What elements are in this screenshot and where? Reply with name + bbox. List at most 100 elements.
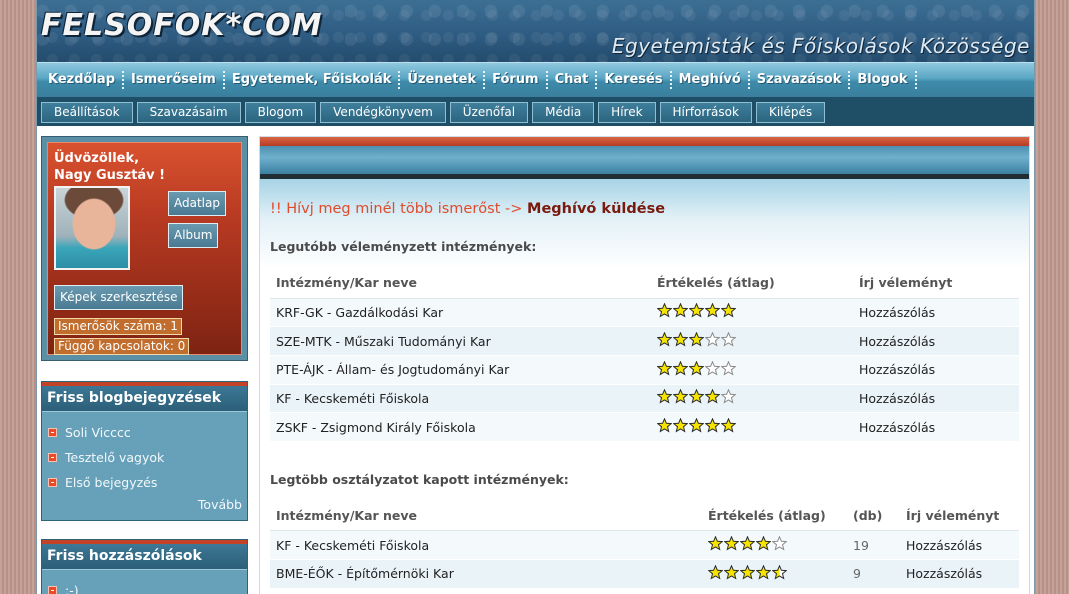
rating-cell <box>702 530 847 561</box>
avatar[interactable] <box>54 186 130 270</box>
comment-item[interactable]: :-) <box>48 578 242 594</box>
invite-text: !! Hívj meg minél több ismerőst -> <box>270 201 523 217</box>
pending-connections-badge[interactable]: Függő kapcsolatok: 0 <box>54 338 190 355</box>
institution-name[interactable]: BME-ÉŐK - Építőmérnöki Kar <box>270 559 702 589</box>
star-empty-icon <box>705 332 720 347</box>
rating-cell <box>651 384 853 414</box>
nav-item-kezdolap[interactable]: Kezdőlap <box>41 71 124 89</box>
star-filled-icon <box>721 418 736 433</box>
nav-item-meghivo[interactable]: Meghívó <box>672 71 750 89</box>
subnav-item-hirforrasok[interactable]: Hírforrások <box>659 101 752 123</box>
rating-cell <box>651 355 853 385</box>
nav-item-blogok[interactable]: Blogok <box>850 71 917 89</box>
rating-count: 9 <box>847 559 900 589</box>
star-filled-icon <box>721 303 736 318</box>
subnav-item-kilepes[interactable]: Kilépés <box>755 101 826 123</box>
subnav-item-hirek[interactable]: Hírek <box>598 101 656 123</box>
comment-label: :-) <box>65 583 79 594</box>
album-button[interactable]: Album <box>168 223 219 248</box>
table-row: ZSKF - Zsigmond Király Főiskola Hozzászól… <box>270 412 1019 442</box>
sub-nav: Beállítások Szavazásaim Blogom Vendégkönyve… <box>37 98 1034 126</box>
comment-link[interactable]: Hozzászólás <box>853 326 1019 356</box>
comment-link[interactable]: Hozzászólás <box>853 384 1019 414</box>
send-invite-link[interactable]: Meghívó küldése <box>527 201 665 217</box>
col-header-rating: Értékelés (átlag) <box>702 500 847 532</box>
recent-comments-title: Friss hozzászólások <box>42 544 247 570</box>
edit-photos-button[interactable]: Képek szerkesztése <box>54 285 184 310</box>
nav-item-chat[interactable]: Chat <box>548 71 598 89</box>
table-row: KF - Kecskeméti Főiskola Hozzászólás <box>270 384 1019 414</box>
main-panel: !! Hívj meg minél több ismerőst -> Meghí… <box>259 136 1030 594</box>
institution-name[interactable]: KF - Kecskeméti Főiskola <box>270 530 702 561</box>
nav-item-uzenetek[interactable]: Üzenetek <box>400 71 486 89</box>
col-header-review: Írj véleményt <box>900 500 1019 532</box>
most-rated-title: Legtöbb osztályzatot kapott intézmények: <box>270 471 569 487</box>
star-filled-icon <box>689 332 704 347</box>
star-rating <box>657 303 736 318</box>
blog-entry-label: Soli Vicccc <box>65 425 131 440</box>
star-filled-icon <box>740 564 755 580</box>
nav-item-ismeroseim[interactable]: Ismerőseim <box>124 71 225 89</box>
nav-item-szavazasok[interactable]: Szavazások <box>750 71 851 89</box>
nav-item-kereses[interactable]: Keresés <box>597 71 672 89</box>
star-filled-icon <box>657 332 672 347</box>
friends-count-badge[interactable]: Ismerősök száma: 1 <box>54 318 182 335</box>
subnav-item-blogom[interactable]: Blogom <box>244 101 317 123</box>
star-filled-icon <box>689 389 704 404</box>
star-half-icon <box>772 564 787 580</box>
star-filled-icon <box>657 418 672 433</box>
star-filled-icon <box>740 536 755 551</box>
site-logo[interactable]: FELSOFOK*COM <box>41 8 323 43</box>
star-rating <box>657 389 736 404</box>
comment-link[interactable]: Hozzászólás <box>853 298 1019 328</box>
star-empty-icon <box>772 536 787 551</box>
institution-name[interactable]: KF - Kecskeméti Főiskola <box>270 384 651 414</box>
subnav-item-beallitasok[interactable]: Beállítások <box>41 101 133 123</box>
comment-link[interactable]: Hozzászólás <box>900 530 1019 561</box>
blog-entry-item[interactable]: Első bejegyzés <box>48 470 242 495</box>
more-link[interactable]: Tovább <box>48 495 242 515</box>
subnav-item-media[interactable]: Média <box>532 101 595 123</box>
comment-link[interactable]: Hozzászólás <box>853 355 1019 385</box>
institution-name[interactable]: ZSKF - Zsigmond Király Főiskola <box>270 412 651 442</box>
recent-blog-box: Friss blogbejegyzések Soli Vicccc Tesztel… <box>41 381 248 521</box>
col-header-name: Intézmény/Kar neve <box>270 268 651 299</box>
star-filled-icon <box>673 303 688 318</box>
star-filled-icon <box>673 418 688 433</box>
rating-cell <box>651 326 853 356</box>
star-filled-icon <box>756 564 771 580</box>
star-filled-icon <box>689 418 704 433</box>
institution-name[interactable]: SZE-MTK - Műszaki Tudományi Kar <box>270 326 651 356</box>
user-name: Nagy Gusztáv ! <box>54 168 166 183</box>
blog-entry-label: Tesztelő vagyok <box>65 450 165 465</box>
star-filled-icon <box>705 389 720 404</box>
bullet-icon <box>48 586 57 594</box>
star-filled-icon <box>657 389 672 404</box>
blog-entry-label: Első bejegyzés <box>65 475 158 490</box>
institution-name[interactable]: PTE-ÁJK - Állam- és Jogtudományi Kar <box>270 355 651 385</box>
star-filled-icon <box>708 564 723 580</box>
star-rating <box>657 418 736 433</box>
star-filled-icon <box>705 303 720 318</box>
profile-button[interactable]: Adatlap <box>168 191 226 216</box>
nav-item-egyetemek-foiskolak[interactable]: Egyetemek, Főiskolák <box>225 71 401 89</box>
subnav-item-vendegkonyvem[interactable]: Vendégkönyvem <box>320 101 446 123</box>
institution-name[interactable]: KRF-GK - Gazdálkodási Kar <box>270 298 651 328</box>
site-slogan: Egyetemisták és Főiskolások Közössége <box>611 34 1030 58</box>
comment-link[interactable]: Hozzászólás <box>853 412 1019 442</box>
comment-link[interactable]: Hozzászólás <box>900 559 1019 589</box>
blog-entry-item[interactable]: Tesztelő vagyok <box>48 445 242 470</box>
nav-item-forum[interactable]: Fórum <box>485 71 548 89</box>
star-filled-icon <box>673 360 688 376</box>
bullet-icon <box>48 478 57 487</box>
subnav-item-uzenofal[interactable]: Üzenőfal <box>449 101 529 123</box>
star-filled-icon <box>705 418 720 433</box>
blog-entry-item[interactable]: Soli Vicccc <box>48 420 242 445</box>
main-nav: Kezdőlap Ismerőseim Egyetemek, Főiskolák Üz… <box>37 62 1034 98</box>
recent-reviews-title: Legutóbb véleményzett intézmények: <box>270 239 537 254</box>
star-rating <box>708 564 787 580</box>
star-empty-icon <box>721 332 736 347</box>
table-row: SZE-MTK - Műszaki Tudományi Kar Hozzászól… <box>270 326 1019 356</box>
star-filled-icon <box>657 360 672 376</box>
subnav-item-szavazasaim[interactable]: Szavazásaim <box>136 101 241 123</box>
